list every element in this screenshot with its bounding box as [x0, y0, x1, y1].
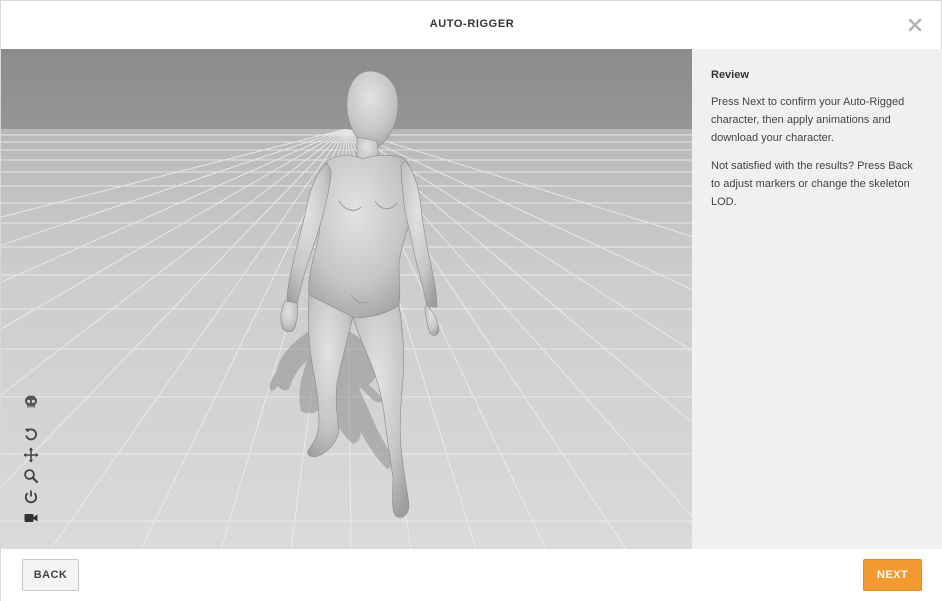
next-button[interactable]: NEXT — [863, 559, 922, 591]
3d-viewport[interactable] — [1, 49, 692, 549]
search-icon[interactable] — [21, 466, 41, 486]
review-panel: Review Press Next to confirm your Auto-R… — [692, 49, 942, 549]
undo-icon[interactable] — [21, 424, 41, 444]
review-instructions: Press Next to confirm your Auto-Rigged c… — [711, 96, 905, 144]
move-icon[interactable] — [21, 445, 41, 465]
skull-icon[interactable] — [21, 392, 41, 412]
auto-rigger-dialog: AUTO-RIGGER Review Press Next to confirm… — [0, 0, 942, 601]
character-preview-scene — [1, 49, 692, 549]
close-icon[interactable] — [907, 17, 923, 33]
back-button[interactable]: BACK — [22, 559, 79, 591]
dialog-header: AUTO-RIGGER — [1, 1, 942, 49]
dialog-footer: BACK NEXT — [1, 549, 942, 601]
dialog-title: AUTO-RIGGER — [429, 18, 515, 30]
power-icon[interactable] — [21, 487, 41, 507]
camera-icon[interactable] — [21, 508, 41, 528]
review-help-text: Not satisfied with the results? Press Ba… — [711, 160, 913, 208]
review-heading: Review — [711, 69, 749, 81]
